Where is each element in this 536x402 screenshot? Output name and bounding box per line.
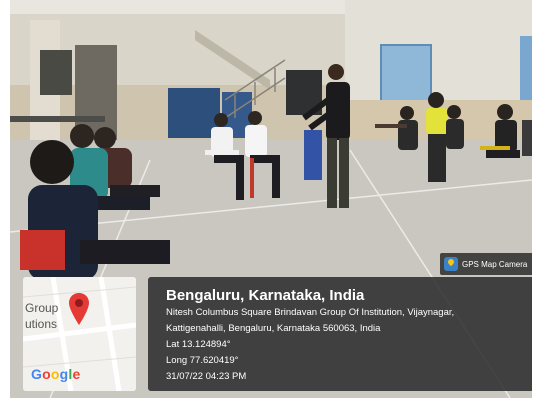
google-logo: Google (31, 366, 81, 382)
address-line: Kattigenahalli, Bengaluru, Karnataka 560… (166, 323, 381, 334)
timestamp: 31/07/22 04:23 PM (166, 371, 247, 382)
badge-label: GPS Map Camera (462, 259, 528, 269)
window-glass (382, 46, 430, 100)
location-title: Bengaluru, Karnataka, India (166, 287, 365, 304)
table (10, 116, 105, 122)
map-pin-icon (69, 293, 89, 325)
map-place-label: Group (25, 301, 59, 315)
map-place-label: utions (25, 317, 58, 331)
map-pin-icon (444, 257, 458, 271)
longitude: Long 77.620419° (166, 355, 239, 366)
address-line: Nitesh Columbus Square Brindavan Group O… (166, 307, 455, 318)
window (520, 36, 532, 106)
latitude: Lat 13.124894° (166, 339, 231, 350)
gps-map-camera-badge: GPS Map Camera (440, 253, 532, 275)
map-thumbnail[interactable]: Group utions Google (23, 277, 136, 391)
notice-board (40, 50, 72, 95)
camera-frame: Group utions Google Bengaluru, Karnataka… (10, 0, 532, 398)
